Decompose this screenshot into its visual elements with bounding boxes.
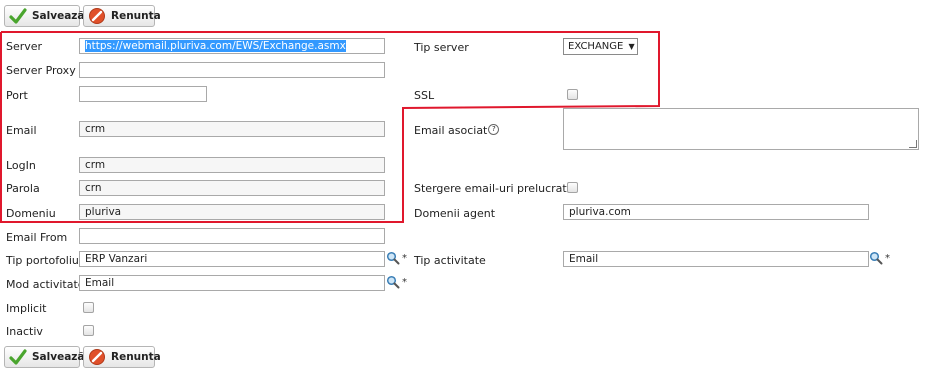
search-icon-tip-activitate[interactable] <box>869 251 885 265</box>
server-proxy-label: Server Proxy <box>6 64 76 77</box>
tip-server-value: EXCHANGE <box>568 41 624 52</box>
save-button-bottom[interactable]: Salvează <box>4 346 85 368</box>
email-asociat-text: Email asociat <box>414 124 488 137</box>
chevron-down-icon: ▼ <box>628 42 635 51</box>
required-marker: * <box>402 253 407 264</box>
cancel-button-bottom[interactable]: Renunta <box>83 346 161 368</box>
search-icon-mod-activitate[interactable] <box>386 275 402 289</box>
server-input[interactable]: https://webmail.pluriva.com/EWS/Exchange… <box>79 38 385 54</box>
email-asociat-textarea[interactable] <box>563 108 919 150</box>
domeniu-input[interactable]: pluriva <box>79 204 385 220</box>
tip-portofoliu-input[interactable]: ERP Vanzari <box>79 251 385 267</box>
cancel-icon <box>88 7 106 25</box>
save-label: Salvează <box>32 10 85 22</box>
ssl-label: SSL <box>414 89 435 102</box>
tip-server-label: Tip server <box>414 41 469 54</box>
domenii-agent-input[interactable]: pluriva.com <box>563 204 869 220</box>
checkmark-icon <box>9 7 27 25</box>
cancel-label: Renunta <box>111 351 161 363</box>
stergere-checkbox[interactable] <box>567 182 578 193</box>
email-from-input[interactable] <box>79 228 385 244</box>
implicit-checkbox[interactable] <box>83 302 94 313</box>
cancel-label: Renunta <box>111 10 161 22</box>
save-button-top[interactable]: Salvează <box>4 5 85 27</box>
server-value: https://webmail.pluriva.com/EWS/Exchange… <box>85 40 346 52</box>
cancel-icon <box>88 348 106 366</box>
checkmark-icon <box>9 348 27 366</box>
tip-server-select[interactable]: EXCHANGE ▼ <box>563 38 638 55</box>
email-input[interactable]: crm <box>79 121 385 137</box>
mod-activitate-label: Mod activitate <box>6 278 85 291</box>
domenii-agent-label: Domenii agent <box>414 207 496 220</box>
domeniu-label: Domeniu <box>6 207 56 220</box>
tip-portofoliu-label: Tip portofoliu <box>6 254 79 267</box>
required-marker: * <box>402 277 407 288</box>
implicit-label: Implicit <box>6 302 47 315</box>
login-input[interactable]: crm <box>79 157 385 173</box>
required-marker: * <box>885 253 890 264</box>
resize-handle-icon[interactable] <box>909 140 917 148</box>
ssl-checkbox[interactable] <box>567 89 578 100</box>
mod-activitate-input[interactable]: Email <box>79 275 385 291</box>
email-asociat-label: Email asociat? <box>414 124 500 137</box>
tip-activitate-input[interactable]: Email <box>563 251 869 267</box>
save-label: Salvează <box>32 351 85 363</box>
port-label: Port <box>6 89 28 102</box>
email-from-label: Email From <box>6 231 68 244</box>
tip-activitate-label: Tip activitate <box>414 254 486 267</box>
port-input[interactable] <box>79 86 207 102</box>
stergere-label: Stergere email-uri prelucrate <box>414 182 574 195</box>
inactiv-label: Inactiv <box>6 325 43 338</box>
server-label: Server <box>6 40 43 53</box>
help-icon[interactable]: ? <box>488 124 500 135</box>
login-label: LogIn <box>6 159 36 172</box>
email-label: Email <box>6 124 37 137</box>
parola-input[interactable]: crn <box>79 180 385 196</box>
search-icon-portofoliu[interactable] <box>386 251 402 265</box>
server-proxy-input[interactable] <box>79 62 385 78</box>
parola-label: Parola <box>6 182 40 195</box>
inactiv-checkbox[interactable] <box>83 325 94 336</box>
cancel-button-top[interactable]: Renunta <box>83 5 161 27</box>
